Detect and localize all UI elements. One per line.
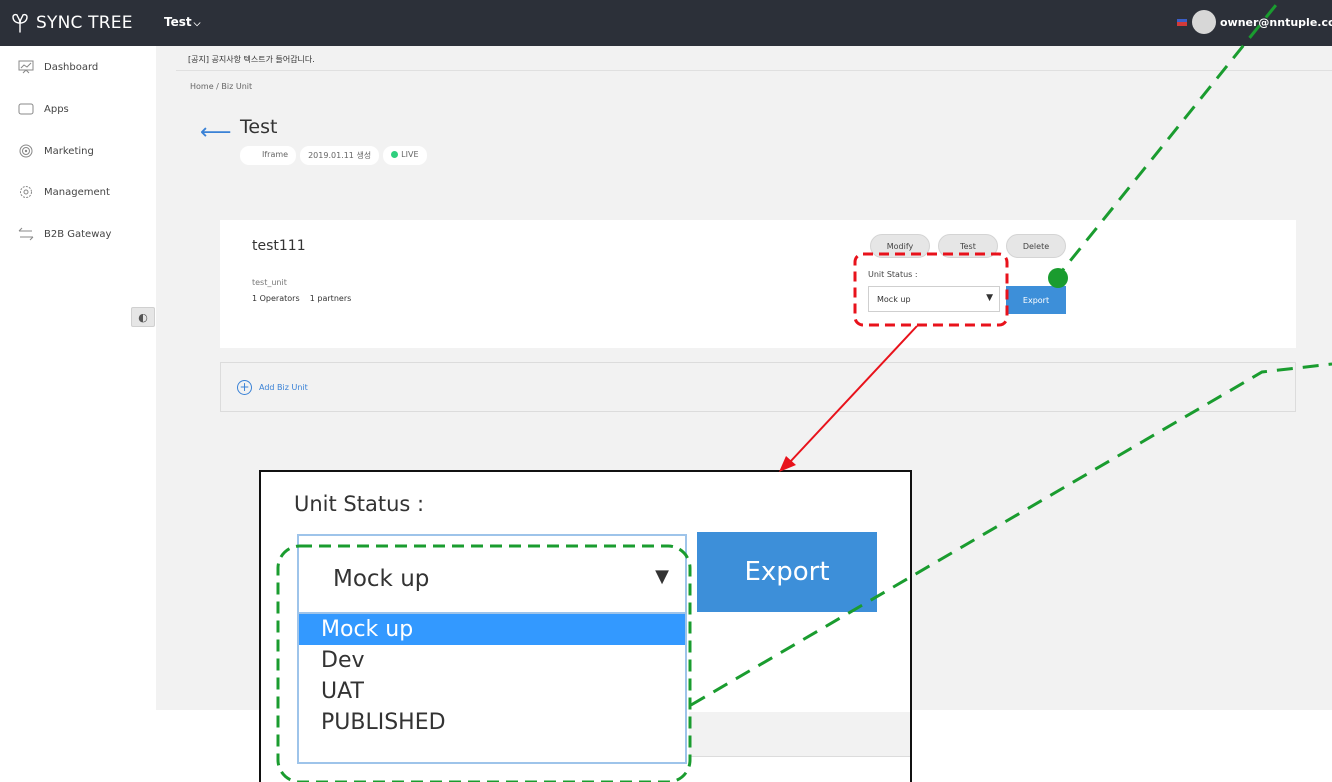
biz-unit-stats: 1 Operators 1 partners: [252, 294, 351, 303]
top-navigation-bar: SYNC TREE Test⌵ owner@nntuple.com: [0, 0, 1332, 46]
sidebar-item-label: Marketing: [44, 145, 94, 157]
modify-button[interactable]: Modify: [870, 234, 930, 258]
badge-group: Iframe 2019.01.11 생성 LIVE: [240, 146, 427, 165]
sidebar-item-management[interactable]: Management: [0, 173, 156, 211]
status-option-dev[interactable]: Dev: [299, 645, 685, 676]
sidebar-item-b2b-gateway[interactable]: B2B Gateway: [0, 215, 156, 253]
divider: [689, 756, 910, 757]
sidebar-item-dashboard[interactable]: Dashboard: [0, 48, 156, 86]
apps-icon: [18, 103, 34, 115]
type-badge: Iframe: [240, 146, 297, 165]
partners-count: 1 partners: [309, 294, 352, 303]
unit-status-value: Mock up: [877, 294, 911, 304]
divider: [176, 70, 1332, 71]
dropdown-arrow-icon: ▼: [986, 293, 993, 303]
unit-status-label: Unit Status :: [868, 270, 918, 279]
test-button[interactable]: Test: [938, 234, 998, 258]
zoomed-dropdown-callout: Unit Status : Mock up ▼ Export Mock up D…: [259, 470, 912, 782]
sidebar-item-label: Management: [44, 186, 110, 198]
notice-text: [공지] 공지사항 텍스트가 들어갑니다.: [188, 55, 315, 64]
sidebar-item-label: B2B Gateway: [44, 228, 112, 240]
zoom-selected-value: Mock up: [333, 566, 430, 592]
add-biz-unit-row[interactable]: + Add Biz Unit: [220, 362, 1296, 412]
sidebar-item-label: Dashboard: [44, 61, 99, 73]
biz-unit-card: test111 test_unit 1 Operators 1 partners…: [220, 220, 1296, 348]
app-name: SYNC TREE: [36, 13, 133, 33]
target-icon: [19, 144, 33, 158]
status-option-published[interactable]: PUBLISHED: [299, 707, 685, 738]
created-date-badge: 2019.01.11 생성: [300, 146, 380, 165]
collapse-sidebar-button[interactable]: ◐: [131, 307, 155, 327]
status-badge: LIVE: [383, 146, 427, 165]
collapse-icon: ◐: [138, 310, 148, 324]
back-arrow-icon[interactable]: ⟵: [200, 120, 232, 145]
sidebar-item-apps[interactable]: Apps: [0, 90, 156, 128]
dashboard-icon: [18, 60, 34, 74]
swap-arrows-icon: [18, 227, 34, 241]
delete-button[interactable]: Delete: [1006, 234, 1066, 258]
status-badge-label: LIVE: [401, 150, 419, 159]
gear-icon: [20, 186, 32, 198]
project-switcher[interactable]: Test ⌵: [164, 15, 200, 29]
add-biz-unit-label: Add Biz Unit: [259, 383, 308, 392]
status-option-mock-up[interactable]: Mock up: [299, 614, 685, 645]
dropdown-arrow-icon: ▼: [655, 566, 669, 587]
sidebar-item-label: Apps: [44, 103, 69, 115]
sidebar-item-marketing[interactable]: Marketing: [0, 132, 156, 170]
project-name: Test: [164, 15, 192, 29]
app-logo[interactable]: SYNC TREE: [10, 10, 133, 36]
status-option-list: Mock up Dev UAT PUBLISHED: [297, 614, 687, 764]
status-option-uat[interactable]: UAT: [299, 676, 685, 707]
zoom-unit-status-label: Unit Status :: [294, 492, 425, 516]
user-email[interactable]: owner@nntuple.com: [1220, 16, 1332, 29]
zoom-export-button[interactable]: Export: [697, 532, 877, 612]
tree-logo-icon: [12, 13, 28, 33]
zoom-background-area: [689, 712, 910, 756]
breadcrumb[interactable]: Home / Biz Unit: [190, 82, 252, 91]
biz-unit-title: test111: [252, 238, 306, 254]
flag-icon[interactable]: [1177, 19, 1187, 26]
biz-unit-code: test_unit: [252, 278, 287, 287]
page-title: Test: [240, 116, 278, 138]
unit-status-select[interactable]: Mock up ▼: [868, 286, 1000, 312]
chevron-down-icon: ⌵: [193, 19, 201, 29]
plus-icon: +: [237, 380, 252, 395]
zoom-unit-status-select[interactable]: Mock up ▼: [297, 534, 687, 614]
export-button[interactable]: Export: [1006, 286, 1066, 314]
operators-count: 1 Operators: [252, 294, 300, 303]
live-dot-icon: [391, 151, 399, 158]
avatar[interactable]: [1192, 10, 1216, 34]
sidebar: Dashboard Apps Marketing Management B2B …: [0, 46, 156, 782]
